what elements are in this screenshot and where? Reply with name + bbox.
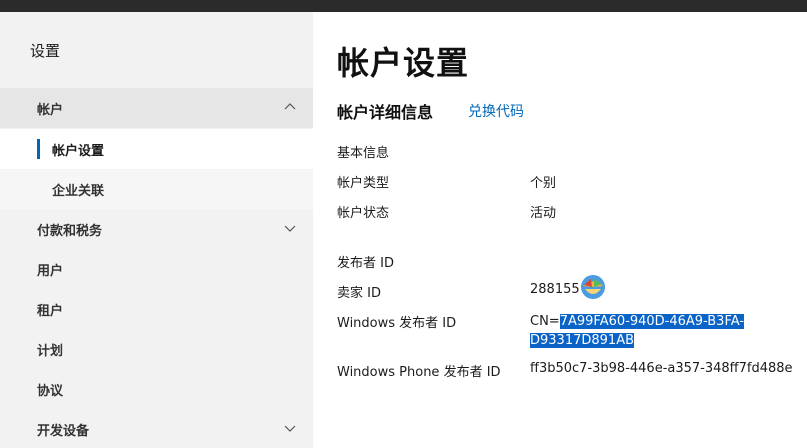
sidebar-item-label: 租户: [37, 303, 64, 319]
windows-publisher-id-label: Windows 发布者 ID: [337, 316, 457, 331]
sidebar-item-label: 计划: [37, 343, 64, 359]
sidebar-item-label: 企业关联: [52, 183, 105, 199]
redeem-code-link[interactable]: 兑换代码: [468, 101, 524, 121]
sidebar-group-account[interactable]: 帐户: [0, 88, 313, 128]
section-title: 帐户详细信息: [337, 103, 434, 122]
selected-text: 7A99FA60-940D-46A9-B3FA-: [559, 314, 745, 329]
sidebar-item-label: 付款和税务: [37, 223, 103, 239]
account-settings-panel: 帐户设置 帐户详细信息 兑换代码 基本信息 帐户类型 个别 帐户状态 活动 发布…: [313, 12, 807, 448]
windows-phone-publisher-id-value: ff3b50c7-3b98-446e-a357-348ff7fd488e: [530, 361, 793, 376]
chevron-down-icon: [284, 422, 296, 434]
chevron-down-icon: [284, 222, 296, 234]
emoji-sticker-icon: [579, 273, 607, 301]
basic-info-heading: 基本信息: [337, 146, 390, 161]
sidebar-item-tenants[interactable]: 租户: [0, 289, 313, 329]
publisher-prefix: CN=: [530, 314, 560, 329]
sidebar-item-account-settings[interactable]: 帐户设置: [0, 129, 313, 169]
selected-text: D93317D891AB: [530, 333, 634, 348]
chevron-up-icon: [284, 101, 296, 113]
sidebar-item-agreements[interactable]: 协议: [0, 369, 313, 409]
settings-sidebar: 设置 帐户 帐户设置 企业关联 付款和税务 用户 租户 计划 协议 开发设备: [0, 12, 313, 448]
account-status-label: 帐户状态: [337, 206, 390, 221]
windows-phone-publisher-id-label: Windows Phone 发布者 ID: [337, 365, 501, 380]
sidebar-item-business-association[interactable]: 企业关联: [0, 169, 313, 209]
sidebar-item-users[interactable]: 用户: [0, 249, 313, 289]
seller-id-value: 288155: [530, 282, 580, 297]
sidebar-title: 设置: [30, 42, 61, 60]
sidebar-group-payout-tax[interactable]: 付款和税务: [0, 209, 313, 249]
active-indicator: [37, 139, 40, 159]
account-type-label: 帐户类型: [337, 176, 390, 191]
sidebar-item-label: 用户: [37, 263, 64, 279]
seller-id-label: 卖家 ID: [337, 286, 381, 301]
sidebar-item-programs[interactable]: 计划: [0, 329, 313, 369]
account-status-value: 活动: [530, 206, 557, 221]
sidebar-item-label: 开发设备: [37, 423, 90, 439]
sidebar-item-label: 帐户设置: [52, 143, 105, 159]
windows-publisher-id-value[interactable]: CN=7A99FA60-940D-46A9-B3FA- D93317D891AB: [530, 312, 800, 350]
publisher-id-heading: 发布者 ID: [337, 256, 394, 271]
sidebar-item-label: 协议: [37, 383, 64, 399]
sidebar-item-label: 帐户: [37, 102, 64, 118]
account-type-value: 个别: [530, 176, 557, 191]
sidebar-group-dev-devices[interactable]: 开发设备: [0, 409, 313, 448]
page-title: 帐户设置: [337, 44, 470, 82]
